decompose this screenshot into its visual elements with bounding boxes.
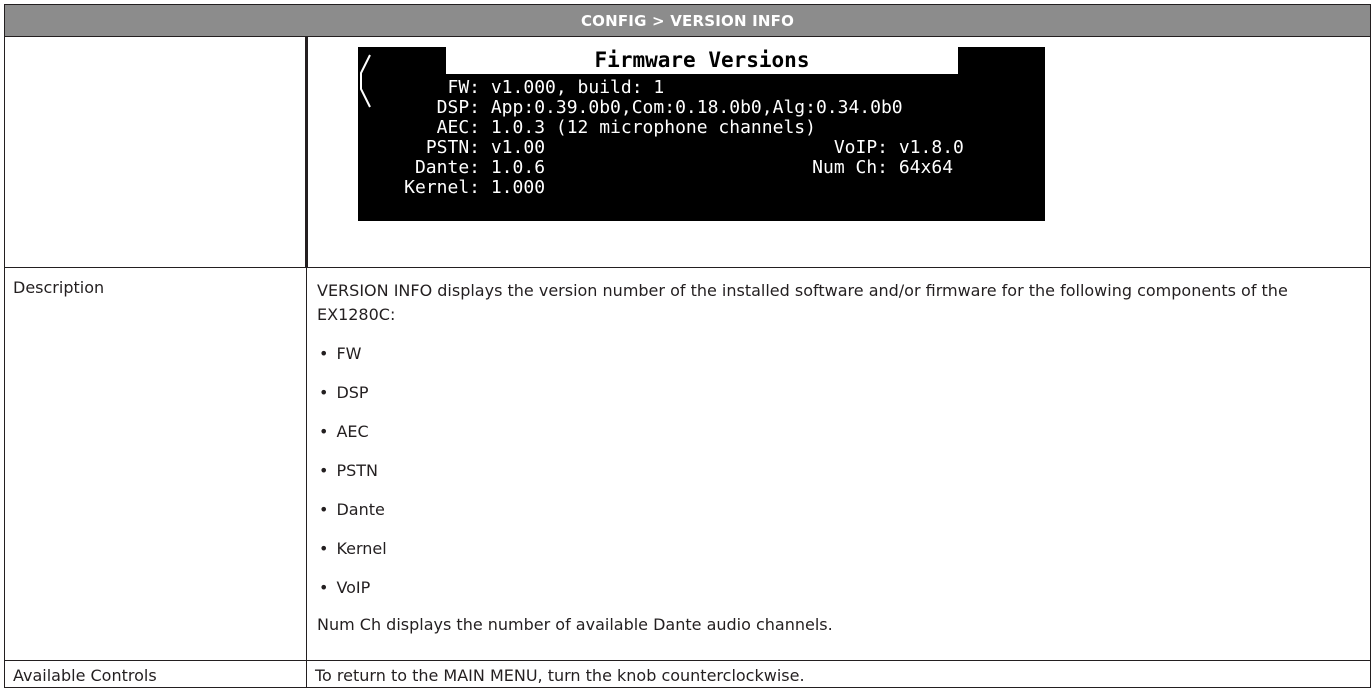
- lcd-row-numch: Num Ch: 64x64: [738, 158, 953, 178]
- component-list: FW DSP AEC PSTN Dante Kernel VoIP: [317, 342, 1360, 600]
- list-item: FW: [317, 342, 1360, 366]
- lcd-label: Num Ch:: [812, 157, 888, 178]
- lcd-screen: Firmware Versions FW: v1.000, build: 1 D…: [358, 47, 1045, 221]
- lcd-value: 1.000: [490, 177, 546, 198]
- description-label: Description: [4, 266, 307, 662]
- lcd-row-dsp: DSP: App:0.39.0b0,Com:0.18.0b0,Alg:0.34.…: [414, 98, 903, 118]
- controls-text: To return to the MAIN MENU, turn the kno…: [306, 660, 1371, 688]
- list-item: DSP: [317, 381, 1360, 405]
- lcd-label: PSTN:: [425, 137, 480, 158]
- version-info-table: CONFIG > VERSION INFO Firmware Versions …: [4, 4, 1371, 688]
- description-tail: Num Ch displays the number of available …: [317, 615, 833, 634]
- list-item: AEC: [317, 420, 1360, 444]
- lcd-row-pstn: PSTN: v1.00: [368, 138, 545, 158]
- lcd-row-kernel: Kernel: 1.000: [368, 178, 545, 198]
- description-intro: VERSION INFO displays the version number…: [317, 281, 1288, 324]
- lcd-value: App:0.39.0b0,Com:0.18.0b0,Alg:0.34.0b0: [490, 97, 903, 118]
- lcd-label: Kernel:: [404, 177, 480, 198]
- lcd-value: v1.8.0: [898, 137, 964, 158]
- list-item: PSTN: [317, 459, 1360, 483]
- list-item: VoIP: [317, 576, 1360, 600]
- lcd-row-fw: FW: v1.000, build: 1: [414, 78, 664, 98]
- lcd-label: VoIP:: [833, 137, 888, 158]
- lcd-label: Dante:: [414, 157, 480, 178]
- list-item: Dante: [317, 498, 1360, 522]
- lcd-label: DSP:: [436, 97, 480, 118]
- lcd-label: AEC:: [436, 117, 480, 138]
- lcd-row-aec: AEC: 1.0.3 (12 microphone channels): [414, 118, 816, 138]
- screen-cell: Firmware Versions FW: v1.000, build: 1 D…: [306, 36, 1371, 268]
- screen-label-cell: [4, 36, 308, 268]
- lcd-row-voip: VoIP: v1.8.0: [738, 138, 964, 158]
- description-cell: VERSION INFO displays the version number…: [306, 266, 1371, 662]
- back-arrow-icon: [360, 54, 371, 108]
- list-item: Kernel: [317, 537, 1360, 561]
- lcd-row-dante: Dante: 1.0.6: [368, 158, 545, 178]
- lcd-value: v1.00: [490, 137, 546, 158]
- lcd-value: 1.0.3 (12 microphone channels): [490, 117, 816, 138]
- lcd-value: v1.000, build: 1: [490, 77, 665, 98]
- lcd-label: FW:: [447, 77, 480, 98]
- lcd-value: 1.0.6: [490, 157, 546, 178]
- table-header: CONFIG > VERSION INFO: [4, 4, 1371, 37]
- lcd-value: 64x64: [898, 157, 954, 178]
- controls-label: Available Controls: [4, 660, 307, 688]
- lcd-title: Firmware Versions: [446, 47, 958, 74]
